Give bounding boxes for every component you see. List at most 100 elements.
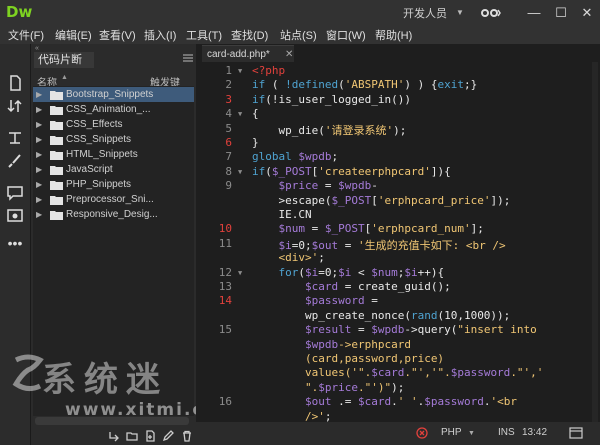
menu-tools[interactable]: 工具(T) [186,27,222,43]
line-number: 1 [225,64,232,77]
code-line[interactable]: wp_die('请登录系统'); [252,122,406,138]
code-line[interactable]: IE.CN [252,208,311,221]
chevron-down-icon[interactable]: ▼ [456,8,464,17]
code-line[interactable]: $wpdb->erphpcard [252,338,411,351]
fold-arrow-icon[interactable]: ▼ [238,110,242,118]
code-line[interactable]: $price = $wpdb- [252,179,378,192]
minimize-button[interactable]: — [524,3,544,23]
expand-arrow-icon[interactable]: ▶ [36,162,42,177]
code-line[interactable]: $card = create_guid(); [252,280,451,293]
tree-item[interactable]: ▶ Bootstrap_Snippets [33,87,194,102]
code-line[interactable]: $num = $_POST['erphpcard_num']; [252,222,484,235]
status-bar: PHP ▼ INS 13:42 [196,422,600,445]
menu-find[interactable]: 查找(D) [231,27,268,43]
code-line[interactable]: if($_POST['createerphpcard']){ [252,165,451,178]
code-line[interactable]: <div>'; [252,251,325,264]
expand-arrow-icon[interactable]: ▶ [36,147,42,162]
code-line[interactable]: $out .= $card.' '.$password.'<br [252,395,517,408]
tab-snippets[interactable]: 代码片断 [34,52,94,68]
code-line[interactable]: } [252,136,259,149]
fold-arrow-icon[interactable]: ▼ [238,269,242,277]
chevron-down-icon[interactable]: ▼ [468,430,475,437]
code-line[interactable]: ".$price."')"); [252,381,404,394]
tree-item[interactable]: ▶ PHP_Snippets [33,177,194,192]
code-line[interactable]: (card,password,price) [252,352,444,365]
tree-item[interactable]: ▶ CSS_Effects [33,117,194,132]
fold-arrow-icon[interactable]: ▼ [238,67,242,75]
comment-icon[interactable] [5,184,25,202]
folder-icon [50,136,63,145]
more-options-icon[interactable]: ••• [5,236,25,254]
panel-menu-icon[interactable] [183,54,193,62]
insert-icon[interactable] [108,430,120,442]
tree-item[interactable]: ▶ JavaScript [33,162,194,177]
code-line[interactable]: if(!is_user_logged_in()) [252,93,411,106]
line-number: 16 [218,395,232,409]
code-format-icon[interactable] [5,129,25,147]
code-line[interactable]: $result = $wpdb->query("insert into [252,323,537,336]
code-area[interactable]: 1 ▼ <?php 2 if ( !defined('ABSPATH') ) {exit… [196,62,600,426]
code-line[interactable]: $password = [252,294,378,307]
app-logo: Dw [6,3,33,21]
close-button[interactable]: ✕ [577,3,597,23]
expand-arrow-icon[interactable]: ▶ [36,192,42,207]
line-number: 10 [218,222,232,236]
maximize-button[interactable]: ☐ [551,3,571,23]
code-line[interactable]: { [252,107,259,120]
expand-arrow-icon[interactable]: ▶ [36,117,42,132]
fold-arrow-icon[interactable]: ▼ [238,168,242,176]
expand-arrow-icon[interactable]: ▶ [36,87,42,102]
code-line[interactable]: for($i=0;$i < $num;$i++){ [252,266,445,279]
tree-item-label: CSS_Effects [66,119,123,130]
menu-edit[interactable]: 编辑(E) [55,27,92,43]
tab-document[interactable]: card-add.php* ✕ [202,45,294,62]
code-line[interactable]: <?php [252,64,285,77]
menu-view[interactable]: 查看(V) [99,27,136,43]
sort-arrows-icon[interactable] [5,97,25,115]
code-line[interactable]: >escape($_POST['erphpcard_price']); [252,194,510,207]
code-line[interactable]: />'; [252,410,332,423]
line-number: 13 [218,280,232,293]
tree-item[interactable]: ▶ Preprocessor_Sni... [33,192,194,207]
menu-help[interactable]: 帮助(H) [375,27,412,43]
tree-item-label: PHP_Snippets [66,179,132,190]
close-icon[interactable]: ✕ [285,46,293,63]
expand-arrow-icon[interactable]: ▶ [36,177,42,192]
live-view-icon[interactable] [569,427,583,439]
line-number: 14 [218,294,232,308]
code-line[interactable]: wp_create_nonce(rand(10,1000)); [252,309,510,322]
code-line[interactable]: global $wpdb; [252,150,338,163]
insert-mode[interactable]: INS [498,427,515,438]
expand-arrow-icon[interactable]: ▶ [36,207,42,222]
new-folder-icon[interactable] [126,430,138,442]
new-snippet-icon[interactable] [144,430,156,442]
menu-file[interactable]: 文件(F) [8,27,44,43]
vertical-scrollbar[interactable] [592,62,598,426]
folder-icon [50,181,63,190]
tree-item[interactable]: ▶ HTML_Snippets [33,147,194,162]
file-icon[interactable] [5,74,25,92]
brush-icon[interactable] [5,152,25,170]
tree-item[interactable]: ▶ CSS_Animation_... [33,102,194,117]
trash-icon[interactable] [181,430,193,442]
code-line[interactable]: values('".$card."','".$password."',' [252,366,543,379]
line-number: 9 [225,179,232,193]
menu-window[interactable]: 窗口(W) [326,27,366,43]
tree-item[interactable]: ▶ CSS_Snippets [33,132,194,147]
edit-snippet-icon[interactable] [162,430,174,442]
error-icon[interactable] [416,427,428,439]
language-selector[interactable]: PHP [441,427,462,438]
tree-item[interactable]: ▶ Responsive_Desig... [33,207,194,222]
collapse-icon[interactable]: « [35,45,39,52]
expand-arrow-icon[interactable]: ▶ [36,102,42,117]
sync-settings-icon[interactable] [479,5,501,21]
folder-icon [50,211,63,220]
menu-insert[interactable]: 插入(I) [144,27,176,43]
code-line[interactable]: if ( !defined('ABSPATH') ) {exit;} [252,78,477,91]
preview-icon[interactable] [5,207,25,225]
menu-site[interactable]: 站点(S) [280,27,317,43]
expand-arrow-icon[interactable]: ▶ [36,132,42,147]
watermark-text: 系统迷 [42,360,168,400]
workspace-switcher[interactable]: 开发人员 [403,5,447,21]
folder-icon [50,106,63,115]
